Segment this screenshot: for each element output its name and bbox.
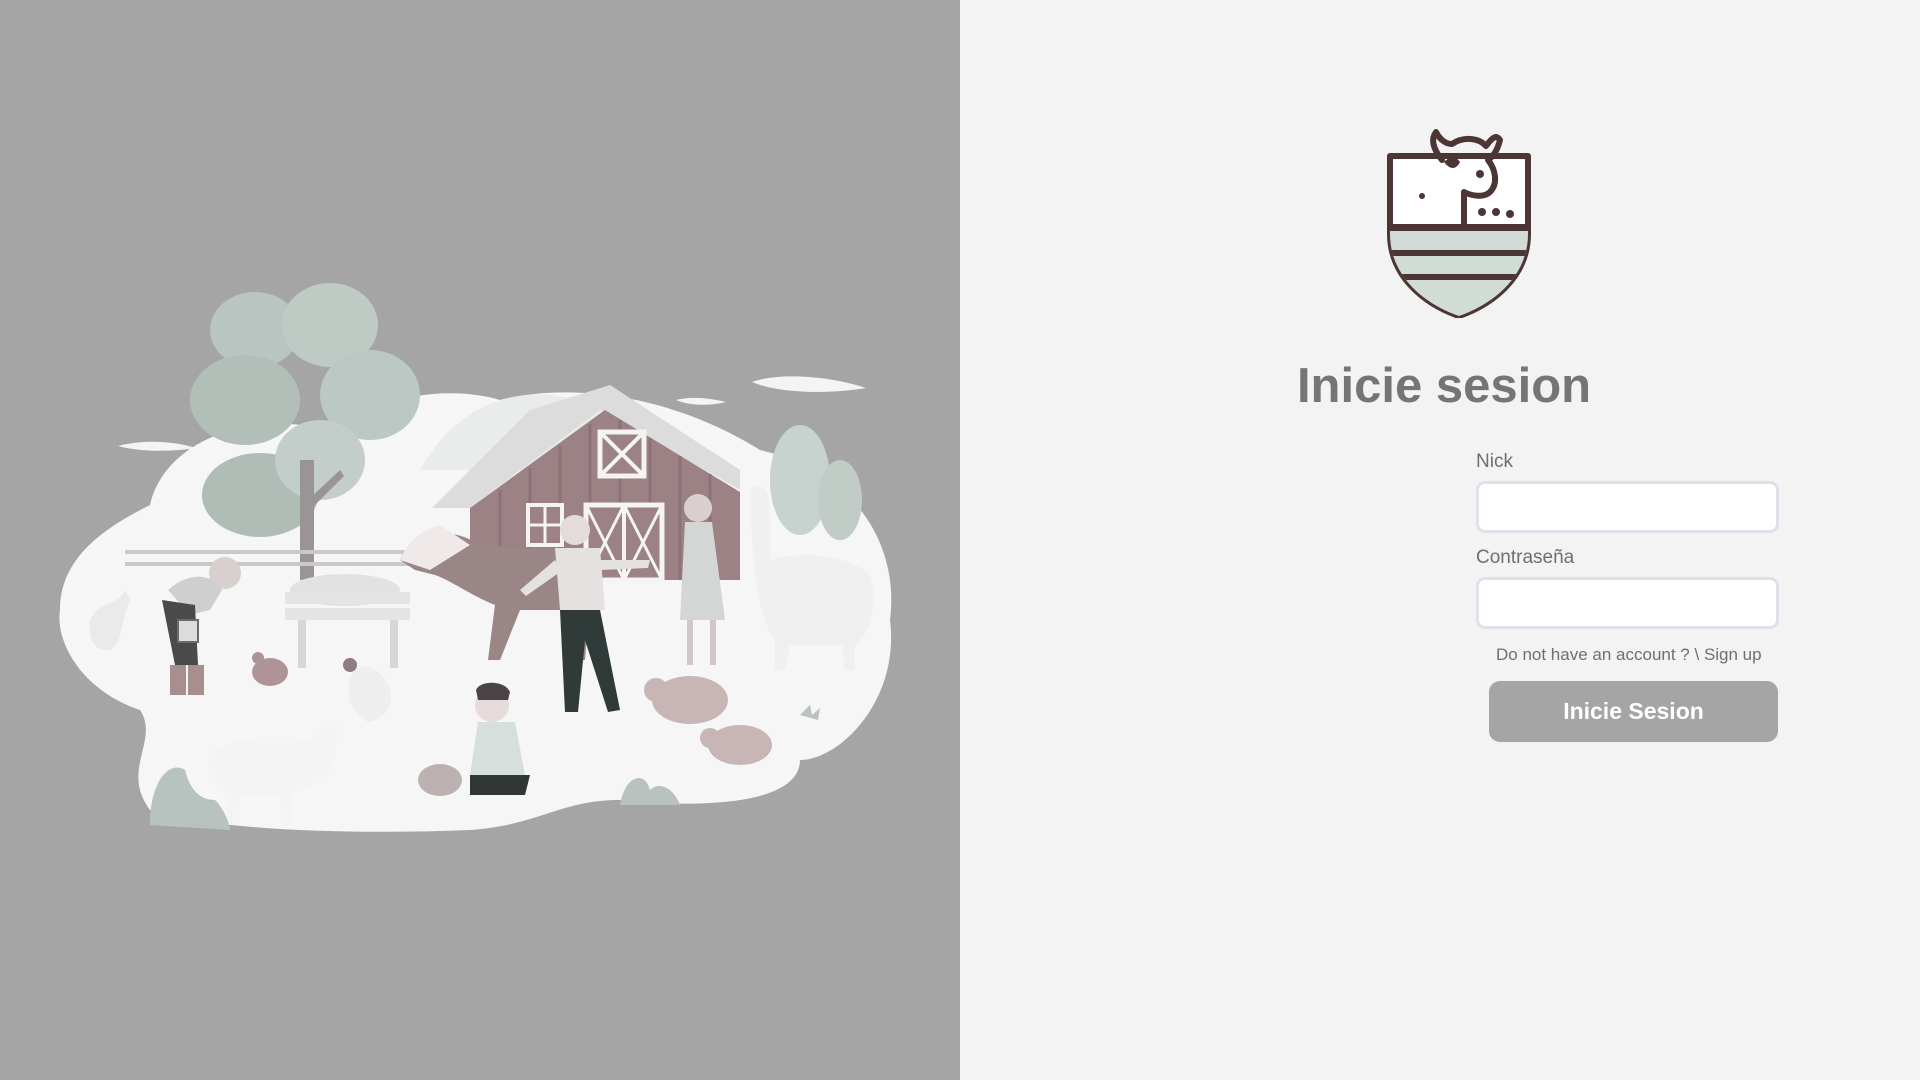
signup-prompt-text: Do not have an account ? \ [1496, 645, 1700, 664]
nick-input[interactable] [1476, 481, 1779, 533]
illustration-panel [0, 0, 960, 1080]
password-label: Contraseña [1476, 547, 1575, 568]
signup-prompt: Do not have an account ? \ Sign up [1496, 644, 1762, 666]
login-page: Inicie sesion Nick Contraseña Do not hav… [0, 0, 1920, 1080]
login-submit-button[interactable]: Inicie Sesion [1489, 681, 1778, 742]
login-title: Inicie sesion [1296, 359, 1592, 413]
cow-shield-logo-icon [1387, 129, 1531, 318]
signup-link[interactable]: Sign up [1704, 645, 1762, 664]
farm-illustration [59, 283, 892, 832]
login-panel: Inicie sesion Nick Contraseña Do not hav… [960, 0, 1920, 1080]
password-input[interactable] [1476, 577, 1779, 629]
nick-label: Nick [1476, 451, 1513, 472]
